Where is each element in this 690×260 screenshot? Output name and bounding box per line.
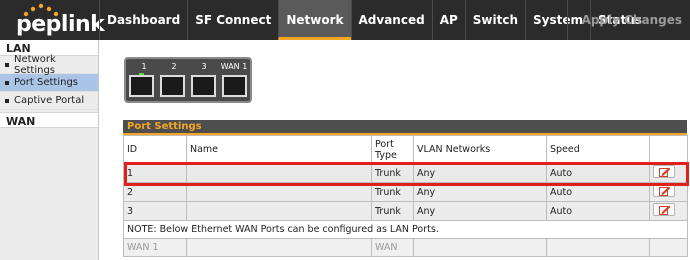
cell-port-type: Trunk (371, 182, 414, 202)
sidebar-item-label: Port Settings (14, 77, 79, 88)
cell-actions (649, 238, 688, 257)
cell-vlan (413, 238, 547, 257)
edit-pencil-icon (659, 205, 671, 215)
cell-name (186, 238, 372, 257)
sidebar: LAN Network Settings Port Settings Capti… (0, 40, 99, 260)
tab-network[interactable]: Network (278, 0, 351, 40)
edit-button[interactable] (653, 203, 675, 216)
tab-dashboard[interactable]: Dashboard (99, 0, 187, 40)
ethernet-port-2-icon[interactable] (160, 75, 185, 97)
table-header-row: ID Name Port Type VLAN Networks Speed (123, 135, 688, 164)
cell-speed: Auto (546, 201, 650, 221)
port-labels: 1 2 3 WAN 1 (126, 62, 250, 71)
bullet-icon (5, 98, 9, 103)
tab-sf-connect[interactable]: SF Connect (187, 0, 278, 40)
cell-id: 3 (123, 201, 187, 221)
panel-title: Port Settings (123, 120, 687, 135)
table-row[interactable]: 2 Trunk Any Auto (123, 182, 688, 202)
ethernet-port-wan1-icon[interactable] (222, 75, 247, 97)
wan-port-row: WAN 1 WAN (123, 238, 688, 257)
tab-ap[interactable]: AP (431, 0, 465, 40)
logo-text: peplink (16, 12, 105, 37)
sidebar-item-label: Captive Portal (14, 95, 85, 106)
tab-switch[interactable]: Switch (464, 0, 525, 40)
port-label-wan1: WAN 1 (220, 62, 248, 71)
sidebar-item-network-settings[interactable]: Network Settings (0, 53, 98, 76)
sidebar-heading-wan: WAN (0, 112, 98, 128)
bullet-icon (5, 80, 9, 85)
edit-pencil-icon (659, 186, 671, 196)
apply-changes-button[interactable]: Apply Changes (566, 0, 682, 40)
table-row[interactable]: 3 Trunk Any Auto (123, 201, 688, 221)
peplink-logo[interactable]: peplink (0, 0, 105, 40)
cell-name (186, 163, 372, 183)
cell-id: 1 (123, 163, 187, 183)
tab-advanced[interactable]: Advanced (350, 0, 432, 40)
edit-pencil-icon (659, 167, 671, 177)
header-name: Name (186, 135, 372, 164)
port-label-1: 1 (141, 62, 147, 71)
bullet-icon (5, 62, 9, 67)
edit-button[interactable] (653, 165, 675, 178)
sidebar-item-label: Network Settings (14, 53, 56, 76)
top-header: peplink Dashboard SF Connect Network Adv… (0, 0, 690, 40)
note-text: NOTE: Below Ethernet WAN Ports can be co… (123, 220, 688, 239)
port-label-2: 2 (171, 62, 177, 71)
header-speed: Speed (546, 135, 650, 164)
cell-name (186, 201, 372, 221)
cell-id: 2 (123, 182, 187, 202)
edit-button[interactable] (653, 184, 675, 197)
cell-vlan: Any (413, 163, 547, 183)
ethernet-port-3-icon[interactable] (191, 75, 216, 97)
cell-id: WAN 1 (123, 238, 187, 257)
cell-speed: Auto (546, 163, 650, 183)
cell-actions (649, 163, 688, 183)
header-port-type: Port Type (371, 135, 414, 164)
port-label-3: 3 (201, 62, 207, 71)
cell-vlan: Any (413, 182, 547, 202)
ethernet-port-1-icon[interactable] (129, 75, 154, 97)
header-actions (649, 135, 688, 164)
sidebar-item-port-settings[interactable]: Port Settings (0, 74, 98, 92)
sidebar-item-captive-portal[interactable]: Captive Portal (0, 92, 98, 110)
header-vlan-networks: VLAN Networks (413, 135, 547, 164)
cell-port-type: Trunk (371, 163, 414, 183)
cell-actions (649, 201, 688, 221)
cell-name (186, 182, 372, 202)
cell-speed: Auto (546, 182, 650, 202)
header-id: ID (123, 135, 187, 164)
note-row: NOTE: Below Ethernet WAN Ports can be co… (123, 220, 688, 239)
port-settings-panel: Port Settings ID Name Port Type VLAN Net… (123, 120, 688, 257)
cell-port-type: WAN (371, 238, 414, 257)
cell-actions (649, 182, 688, 202)
cell-speed (546, 238, 650, 257)
port-settings-table: ID Name Port Type VLAN Networks Speed 1 … (123, 135, 688, 257)
table-row[interactable]: 1 Trunk Any Auto (123, 163, 688, 183)
port-diagram: 1 2 3 WAN 1 (124, 57, 252, 103)
cell-vlan: Any (413, 201, 547, 221)
cell-port-type: Trunk (371, 201, 414, 221)
